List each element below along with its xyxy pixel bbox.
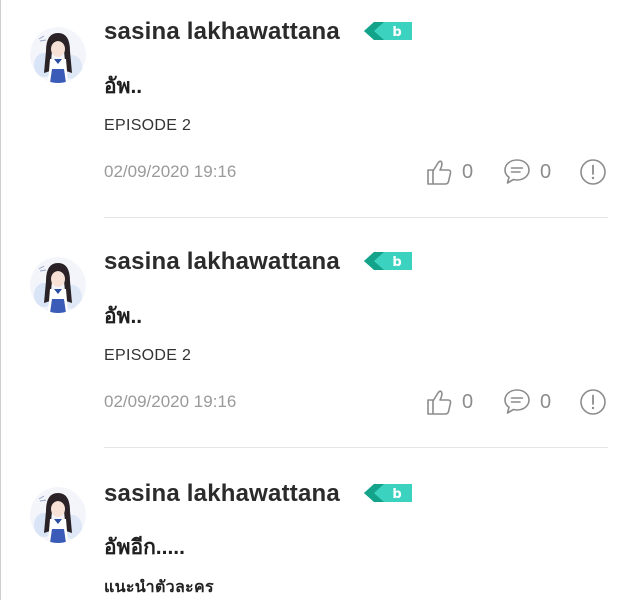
speech-bubble-icon — [502, 387, 532, 417]
episode-link[interactable]: แนะนำตัวละคร — [104, 575, 214, 600]
author-name[interactable]: sasina lakhawattana — [104, 248, 340, 276]
like-button[interactable]: 0 — [424, 387, 473, 417]
avatar[interactable] — [30, 487, 86, 543]
reply-button[interactable]: 0 — [502, 157, 551, 187]
avatar[interactable] — [30, 257, 86, 313]
left-border — [0, 0, 1, 600]
member-badge: b — [362, 250, 414, 272]
report-button[interactable] — [578, 387, 608, 417]
reply-count: 0 — [540, 390, 552, 413]
badge-letter: b — [392, 25, 401, 40]
badge-letter: b — [392, 255, 401, 270]
episode-link[interactable]: EPISODE 2 — [104, 347, 191, 365]
member-badge: b — [362, 20, 414, 42]
comment-timestamp: 02/09/2020 19:16 — [104, 162, 237, 181]
thumbs-up-icon — [424, 157, 454, 187]
badge-letter: b — [392, 487, 401, 502]
episode-link[interactable]: EPISODE 2 — [104, 117, 191, 135]
exclamation-circle-icon — [578, 157, 608, 187]
like-count: 0 — [462, 160, 474, 183]
author-name[interactable]: sasina lakhawattana — [104, 18, 340, 46]
comment-title: อัพอีก..... — [104, 536, 185, 559]
comment-actions: 0 0 — [424, 387, 614, 417]
comment-divider — [104, 217, 608, 218]
thumbs-up-icon — [424, 387, 454, 417]
author-name[interactable]: sasina lakhawattana — [104, 480, 340, 508]
comment-title: อัพ.. — [104, 305, 143, 328]
reply-button[interactable]: 0 — [502, 387, 551, 417]
reply-count: 0 — [540, 160, 552, 183]
like-count: 0 — [462, 390, 474, 413]
exclamation-circle-icon — [578, 387, 608, 417]
speech-bubble-icon — [502, 157, 532, 187]
comment-actions: 0 0 — [424, 157, 614, 187]
like-button[interactable]: 0 — [424, 157, 473, 187]
member-badge: b — [362, 482, 414, 504]
comment-divider — [104, 447, 608, 448]
avatar[interactable] — [30, 27, 86, 83]
comment-timestamp: 02/09/2020 19:16 — [104, 392, 237, 411]
report-button[interactable] — [578, 157, 608, 187]
comment-title: อัพ.. — [104, 75, 143, 98]
